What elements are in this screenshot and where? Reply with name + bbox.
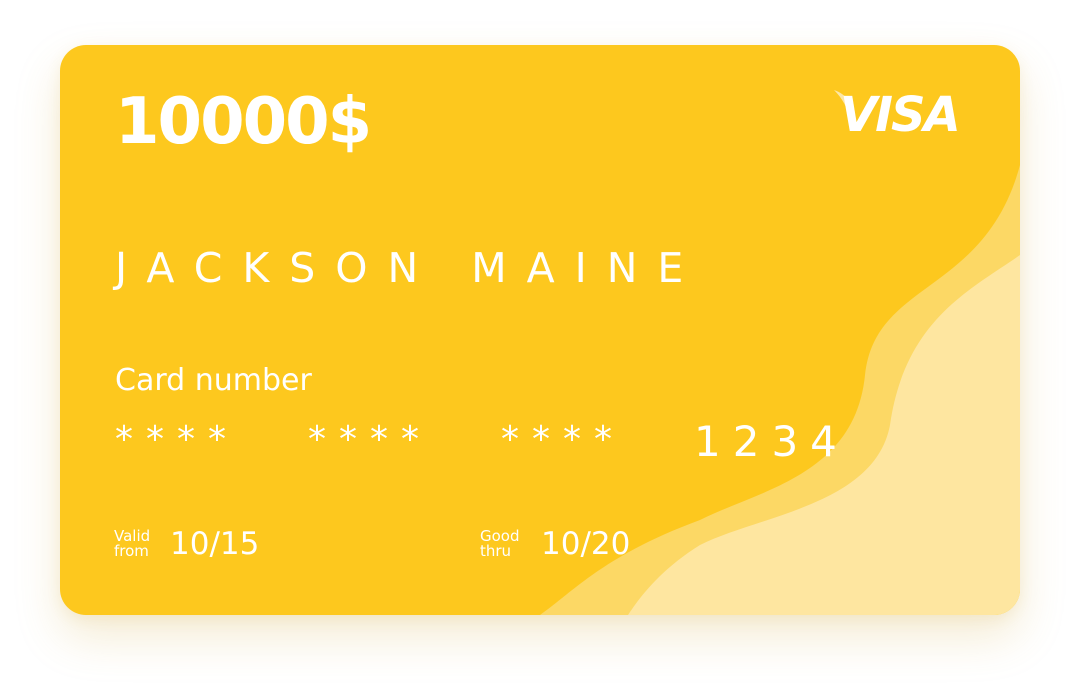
- good-thru-label-line1: Good: [480, 527, 520, 545]
- good-thru-label-line2: thru: [480, 542, 512, 560]
- card-number-label: Card number: [115, 363, 312, 398]
- card-number-group-1: ****: [115, 419, 239, 460]
- valid-from-date: 10/15: [170, 526, 260, 562]
- credit-card: 10000$ VISA JACKSON MAINE Card number **…: [60, 45, 1020, 615]
- visa-logo: VISA: [832, 90, 962, 140]
- cardholder-name: JACKSON MAINE: [115, 244, 704, 292]
- good-thru-date: 10/20: [541, 526, 631, 562]
- card-number-group-4: 1234: [694, 417, 849, 466]
- valid-from-label-line1: Valid: [114, 527, 151, 545]
- card-balance: 10000$: [115, 85, 372, 159]
- card-number-group-2: ****: [308, 419, 432, 460]
- valid-from-label-line2: from: [114, 542, 149, 560]
- card-number-group-3: ****: [501, 419, 625, 460]
- visa-wordmark: VISA: [840, 87, 961, 143]
